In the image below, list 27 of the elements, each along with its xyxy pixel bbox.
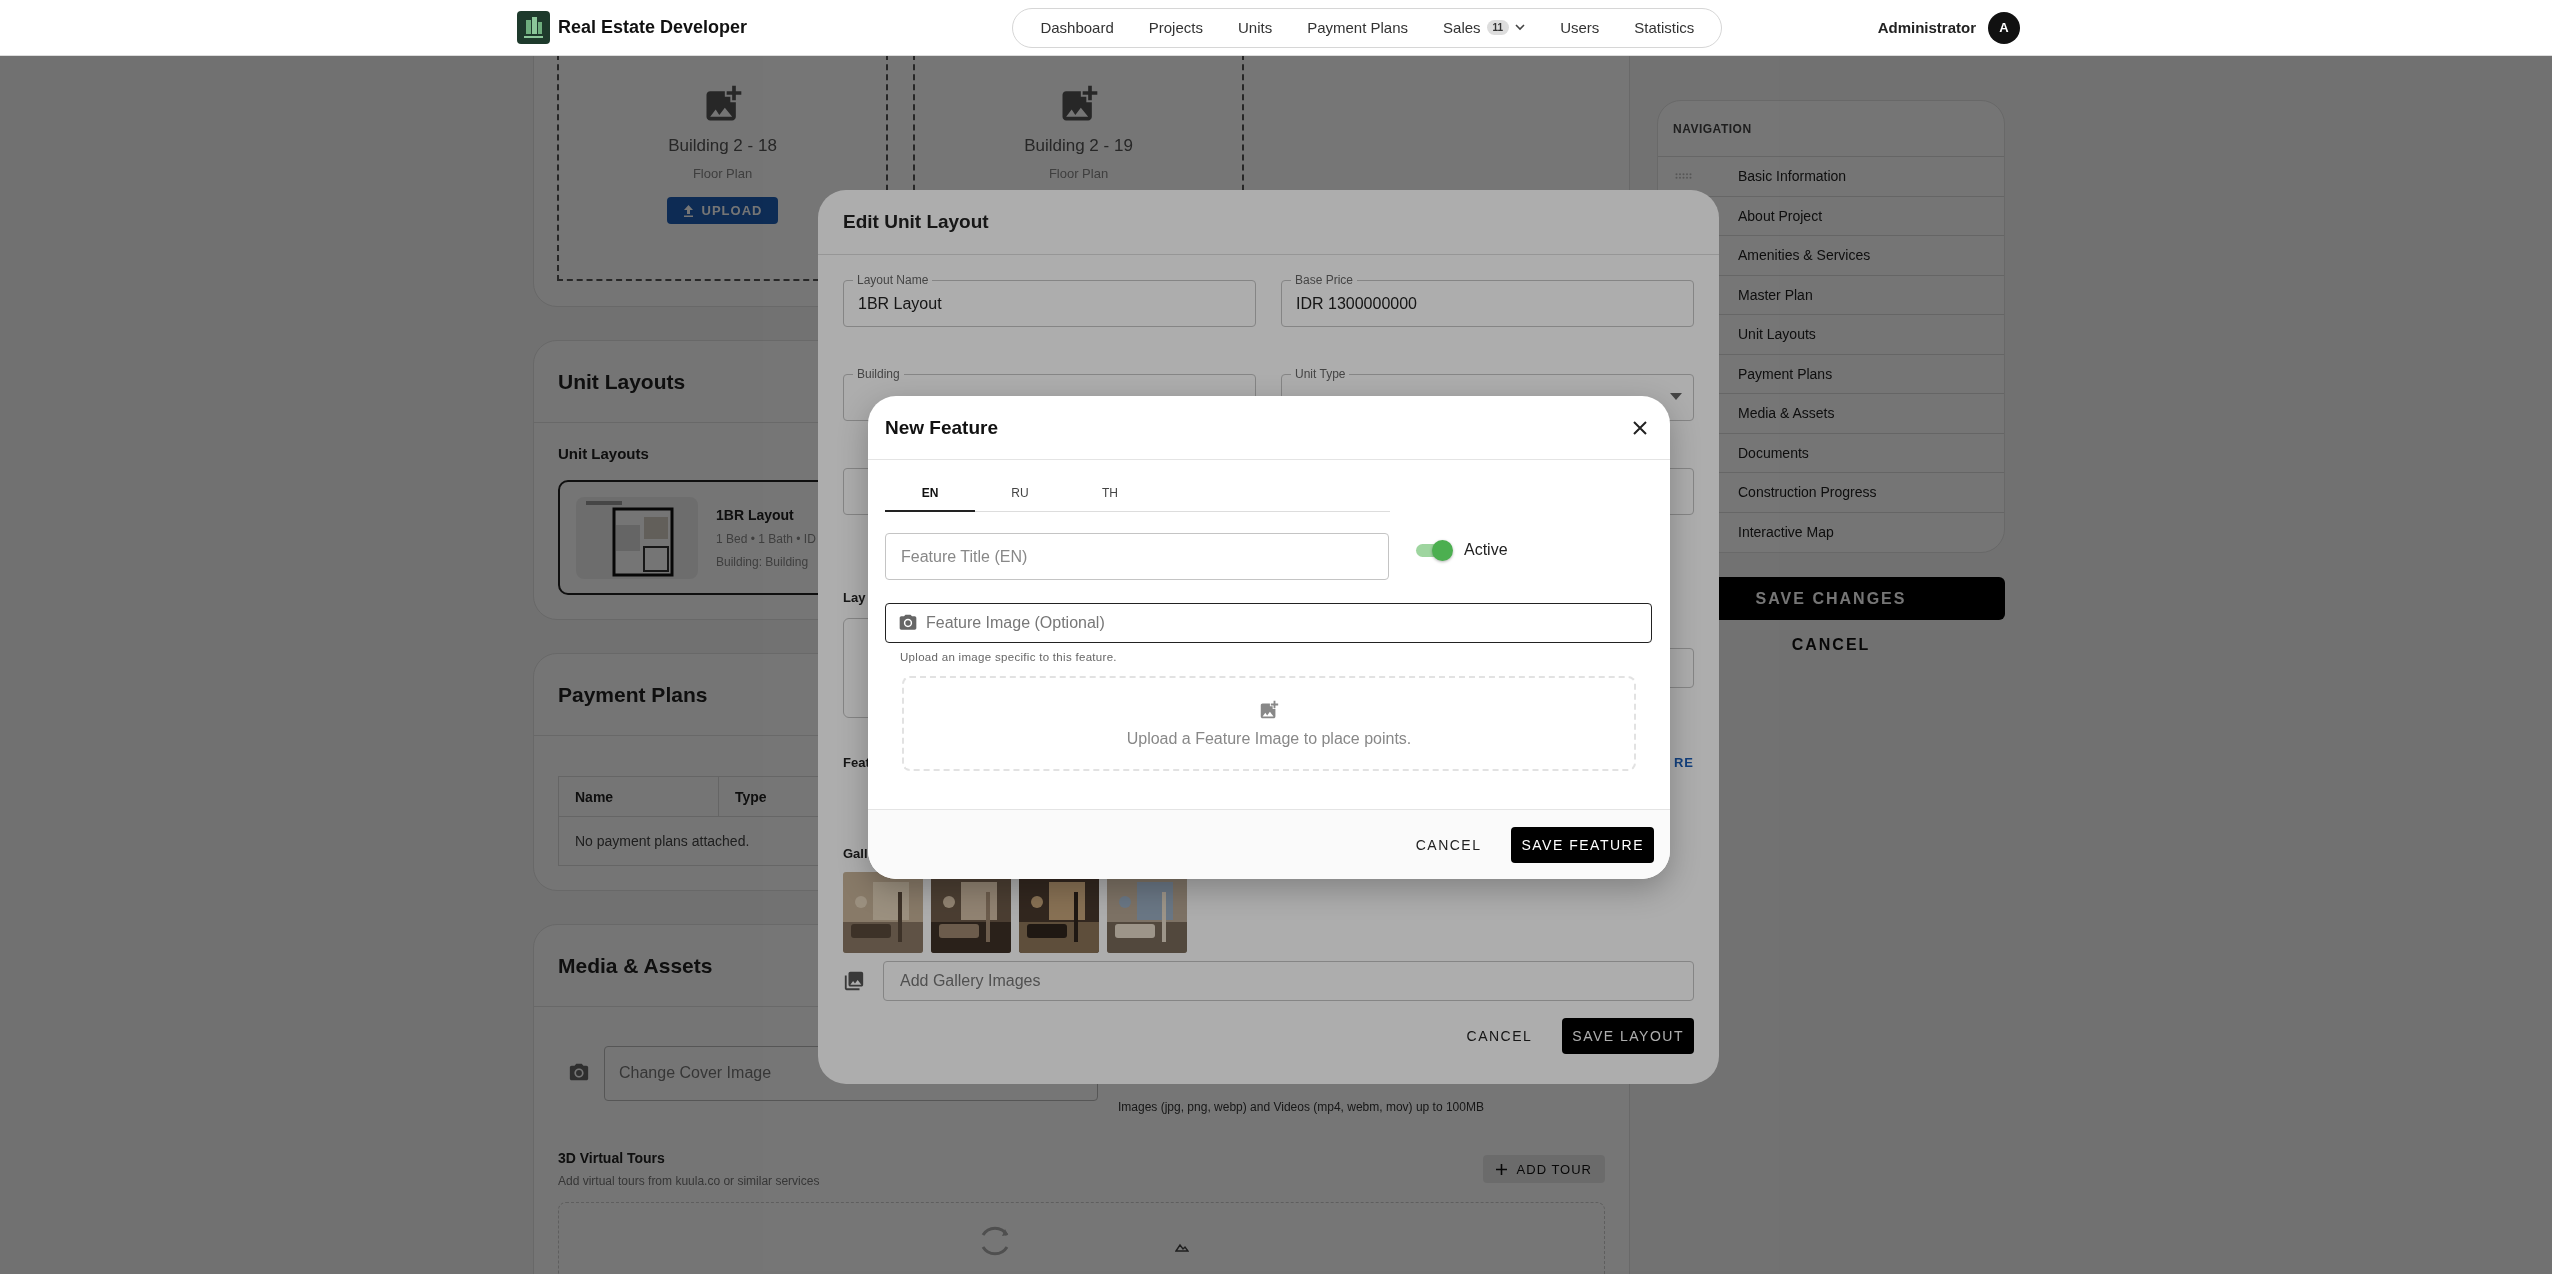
- tours-subtitle: Add virtual tours from kuula.co or similar services: [558, 1174, 820, 1188]
- tours-title: 3D Virtual Tours: [558, 1150, 666, 1166]
- section-label: Gall: [843, 846, 868, 862]
- brand-name: Real Estate Developer: [558, 17, 748, 38]
- section-title: Unit Layouts: [558, 369, 686, 394]
- subsection-title: Unit Layouts: [558, 445, 650, 462]
- column-header: Type: [734, 787, 768, 807]
- column-header: Name: [559, 777, 719, 816]
- helper-text: Upload an image specific to this feature.: [900, 651, 1118, 663]
- count-badge: 11: [1486, 20, 1510, 35]
- field-label: Layout Name: [853, 273, 933, 287]
- dialog-title: Edit Unit Layout: [843, 211, 989, 233]
- tile-title: Building 2 - 19: [1024, 136, 1133, 156]
- dialog-title: New Feature: [885, 416, 998, 439]
- field-label: Unit Type: [1291, 367, 1350, 381]
- section-title: Media & Assets: [558, 953, 713, 978]
- panel-title: NAVIGATION: [1658, 101, 2004, 157]
- layout-name: 1BR Layout: [716, 506, 795, 523]
- field-label: Base Price: [1291, 273, 1358, 287]
- user-name: Administrator: [1877, 19, 1976, 36]
- switch-label: Active: [1464, 541, 1508, 559]
- dropzone-text: Upload a Feature Image to place points.: [1126, 730, 1412, 748]
- section-title: Payment Plans: [558, 682, 708, 707]
- empty-message: No payment plans attached.: [575, 833, 750, 849]
- tile-title: Building 2 - 18: [668, 136, 777, 156]
- field-label: Building: [853, 367, 904, 381]
- upload-hint: Images (jpg, png, webp) and Videos (mp4, webm, mov) up to 100MB: [1118, 1100, 1485, 1114]
